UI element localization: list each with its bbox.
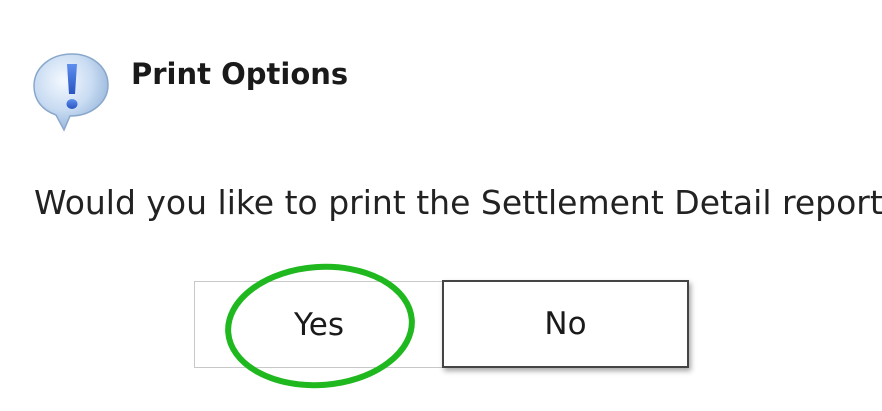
yes-button-label: Yes	[293, 306, 345, 343]
dialog-title: Print Options	[131, 57, 349, 91]
exclamation-speech-bubble-icon	[33, 53, 109, 132]
no-button[interactable]: No	[442, 280, 689, 368]
yes-button[interactable]: Yes	[194, 281, 444, 368]
no-button-label: No	[544, 306, 587, 342]
dialog-message: Would you like to print the Settlement D…	[34, 183, 882, 222]
print-options-dialog: Print Options Would you like to print th…	[0, 0, 882, 411]
